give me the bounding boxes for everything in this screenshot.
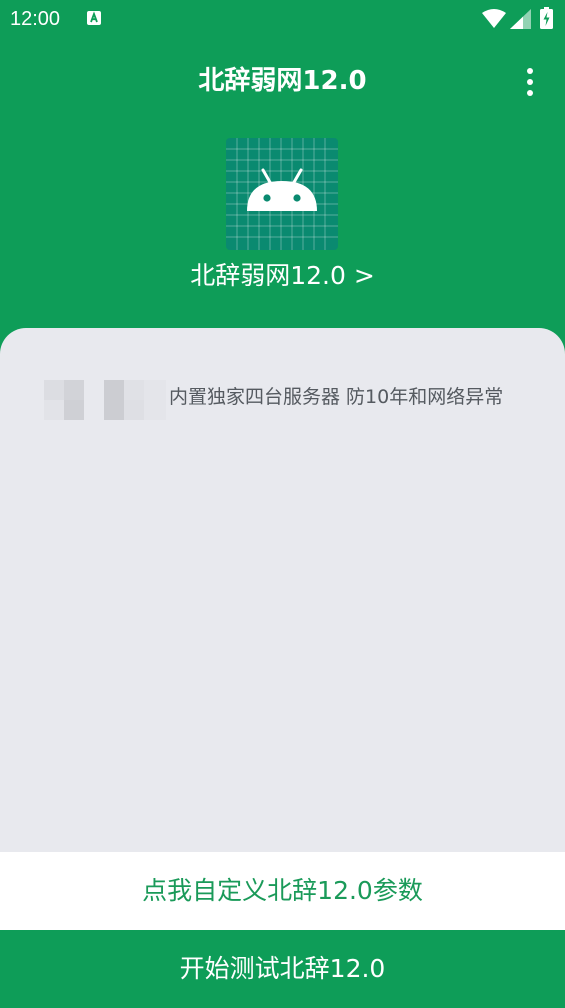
- status-time: 12:00: [10, 8, 61, 30]
- notice-text: 内置独家四台服务器 防10年和网络异常: [169, 386, 504, 408]
- status-bar: 12:00: [0, 0, 565, 38]
- font-a-notification-icon: [87, 11, 101, 25]
- custom-params-button[interactable]: 点我自定义北辞12.0参数: [0, 852, 565, 930]
- battery-charging-icon: [540, 7, 553, 29]
- android-icon[interactable]: [226, 138, 338, 250]
- more-vert-icon[interactable]: [516, 64, 544, 100]
- app-title: 北辞弱网12.0: [198, 66, 367, 96]
- start-test-button[interactable]: 开始测试北辞12.0: [0, 930, 565, 1006]
- app-bar: 北辞弱网12.0: [0, 38, 565, 128]
- redacted-image: [44, 380, 166, 420]
- app-name-link[interactable]: 北辞弱网12.0 >: [0, 258, 565, 294]
- cell-signal-icon: [510, 9, 531, 29]
- wifi-icon: [482, 9, 506, 28]
- content-card: 内置独家四台服务器 防10年和网络异常: [0, 328, 565, 852]
